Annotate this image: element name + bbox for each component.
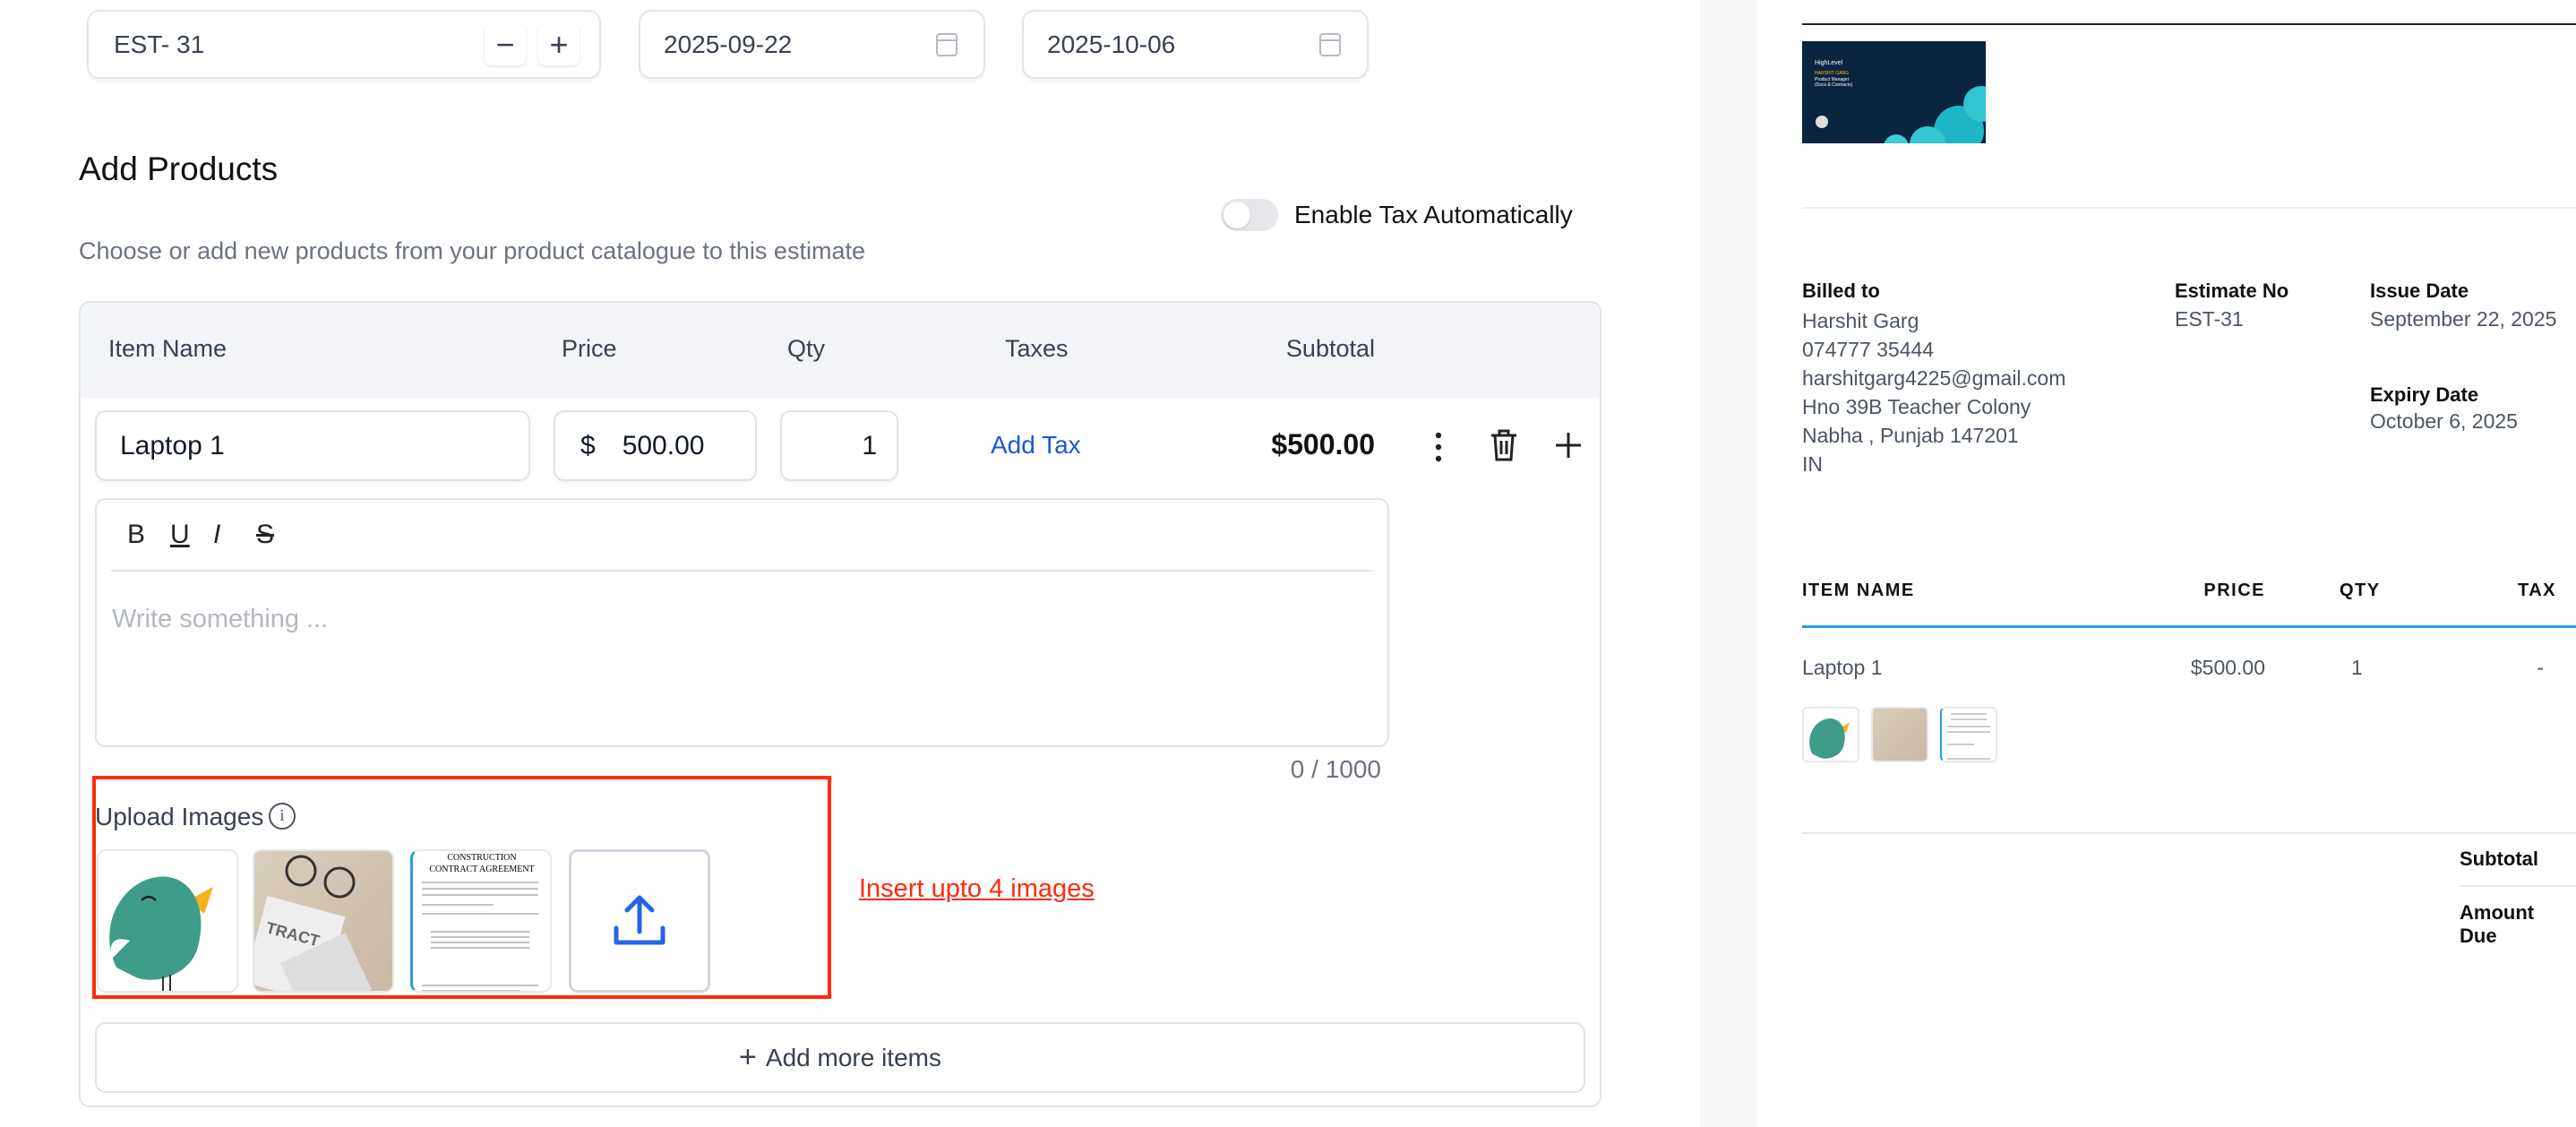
issue-date-label: Issue Date <box>2370 280 2469 302</box>
tax-toggle[interactable] <box>1221 199 1278 231</box>
column-taxes: Taxes <box>1005 335 1069 362</box>
add-more-items-label: Add more items <box>765 1043 941 1071</box>
preview-image-contract-photo <box>1871 707 1928 762</box>
table-header: Item Name Price Qty Taxes Subtotal <box>81 303 1600 398</box>
svg-text:CONTRACT AGREEMENT: CONTRACT AGREEMENT <box>429 865 534 874</box>
billed-to-label: Billed to <box>1802 280 1880 302</box>
more-options-icon[interactable] <box>1431 432 1446 462</box>
preview-item-price: $500.00 <box>2190 656 2265 679</box>
tax-toggle-label: Enable Tax Automatically <box>1294 201 1573 228</box>
column-price: Price <box>562 335 617 362</box>
add-tax-link[interactable]: Add Tax <box>991 431 1081 460</box>
svg-text:(Docs & Contracts): (Docs & Contracts) <box>1815 82 1853 88</box>
italic-button[interactable]: I <box>213 520 238 550</box>
strikethrough-button[interactable]: S <box>256 520 281 550</box>
image-thumbnail-contract-document[interactable]: CONSTRUCTION CONTRACT AGREEMENT <box>410 849 552 993</box>
description-editor[interactable]: B U I S Write something ... <box>95 498 1389 747</box>
section-subtitle: Choose or add new products from your pro… <box>79 237 865 264</box>
preview-rule <box>1802 207 2576 209</box>
image-thumbnail-contract-photo[interactable]: TRACT <box>253 849 394 993</box>
billed-to-address: Hno 39B Teacher Colony <box>1802 395 2031 418</box>
section-title: Add Products <box>79 151 279 187</box>
add-row-icon[interactable] <box>1555 432 1582 463</box>
increment-button[interactable]: + <box>538 24 580 65</box>
preview-item-qty: 1 <box>2351 656 2363 679</box>
column-subtotal: Subtotal <box>1285 335 1375 362</box>
decrement-button[interactable]: − <box>485 24 526 65</box>
expiry-date-label: Expiry Date <box>2370 383 2479 406</box>
expiry-date-field[interactable]: 2025-10-06 <box>1022 10 1369 79</box>
preview-column-qty: QTY <box>2340 581 2381 600</box>
item-name-input[interactable]: Laptop 1 <box>95 410 530 481</box>
preview-totals-rule <box>1802 832 2576 834</box>
preview-item-tax: - <box>2537 656 2544 679</box>
svg-text:CONSTRUCTION: CONSTRUCTION <box>447 853 516 863</box>
issue-date-field[interactable]: 2025-09-22 <box>639 10 985 79</box>
billed-to-phone: 074777 35444 <box>1802 338 1935 361</box>
panel-divider <box>1700 0 1757 1127</box>
qty-input[interactable]: 1 <box>780 410 898 481</box>
svg-text:HARSHIT GARG: HARSHIT GARG <box>1815 71 1849 76</box>
preview-item-name: Laptop 1 <box>1802 656 1883 679</box>
issue-date-value: September 22, 2025 <box>2370 307 2557 331</box>
item-name-value: Laptop 1 <box>120 430 225 460</box>
preview-top-rule <box>1802 23 2576 25</box>
company-logo: HighLevel HARSHIT GARG Product Manager (Doc… <box>1802 41 1986 143</box>
info-icon[interactable]: i <box>269 803 296 830</box>
subtotal-label: Subtotal <box>2460 847 2538 870</box>
calendar-icon[interactable] <box>1319 33 1341 56</box>
preview-table-accent-rule <box>1802 625 2576 628</box>
expiry-date-value: October 6, 2025 <box>2370 409 2518 433</box>
preview-column-price: PRICE <box>2203 581 2265 600</box>
item-subtotal: $500.00 <box>1271 428 1375 460</box>
insert-images-hint-link[interactable]: Insert upto 4 images <box>859 874 1095 904</box>
billed-to-city: Nabha , Punjab 147201 <box>1802 424 2019 447</box>
column-item-name: Item Name <box>108 335 228 362</box>
editor-toolbar: B U I S <box>111 500 1373 572</box>
editor-placeholder: Write something ... <box>112 605 329 633</box>
preview-image-contract-document <box>1940 707 1997 762</box>
issue-date-value: 2025-09-22 <box>664 30 793 58</box>
upload-images-label: Upload Images <box>95 803 264 830</box>
currency-symbol: $ <box>580 430 596 460</box>
estimate-number-value: EST- 31 <box>114 30 205 58</box>
svg-text:HighLevel: HighLevel <box>1815 60 1843 66</box>
add-more-items-button[interactable]: + Add more items <box>95 1022 1585 1093</box>
amount-due-label: Amount Due <box>2460 901 2535 947</box>
underline-button[interactable]: U <box>170 520 195 550</box>
estimate-no-label: Estimate No <box>2175 280 2289 302</box>
preview-image-bird <box>1802 707 1859 762</box>
calendar-icon[interactable] <box>936 33 957 56</box>
trash-icon[interactable] <box>1490 428 1518 467</box>
upload-image-button[interactable] <box>569 849 710 993</box>
billed-to-name: Harshit Garg <box>1802 309 1919 332</box>
subtotal-rule <box>2460 885 2576 887</box>
preview-panel <box>1757 0 2576 1127</box>
qty-value: 1 <box>862 430 877 460</box>
billed-to-country: IN <box>1802 452 1823 476</box>
column-qty: Qty <box>787 335 826 362</box>
character-counter: 0 / 1000 <box>1290 755 1381 783</box>
plus-icon: + <box>739 1040 757 1074</box>
preview-column-tax: TAX <box>2517 581 2556 600</box>
estimate-number-field[interactable]: EST- 31 − + <box>87 10 601 79</box>
bold-button[interactable]: B <box>127 520 152 550</box>
estimate-no-value: EST-31 <box>2175 307 2244 331</box>
image-thumbnail-bird[interactable] <box>97 849 238 993</box>
tax-toggle-knob <box>1224 202 1250 228</box>
upload-icon <box>614 895 665 945</box>
preview-column-item-name: ITEM NAME <box>1802 581 1915 600</box>
price-input[interactable]: $ 500.00 <box>554 410 757 481</box>
expiry-date-value: 2025-10-06 <box>1047 30 1176 58</box>
billed-to-email: harshitgarg4225@gmail.com <box>1802 366 2066 390</box>
price-value: 500.00 <box>622 430 705 460</box>
